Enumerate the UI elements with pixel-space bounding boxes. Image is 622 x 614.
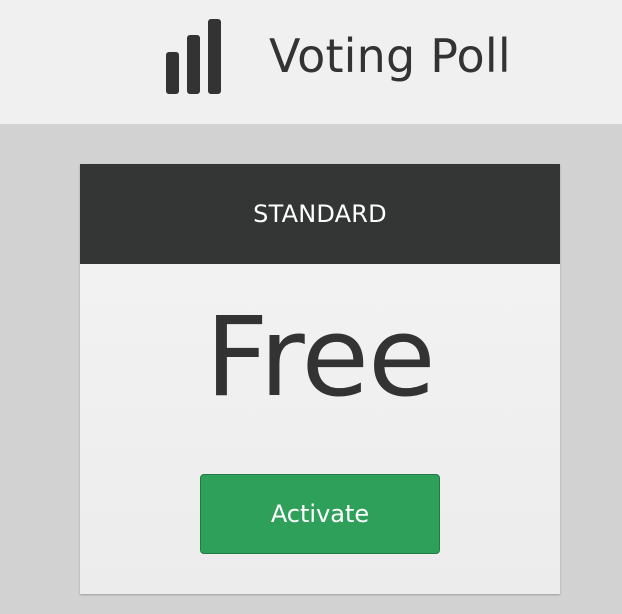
plan-tier-label: STANDARD: [80, 164, 560, 264]
app-title: Voting Poll: [269, 29, 511, 83]
plan-price: Free: [205, 293, 435, 421]
activate-button[interactable]: Activate: [200, 474, 440, 554]
bar-chart-icon: [166, 19, 221, 94]
pricing-card: STANDARD Free Activate: [80, 164, 560, 594]
app-header: Voting Poll: [0, 0, 622, 124]
